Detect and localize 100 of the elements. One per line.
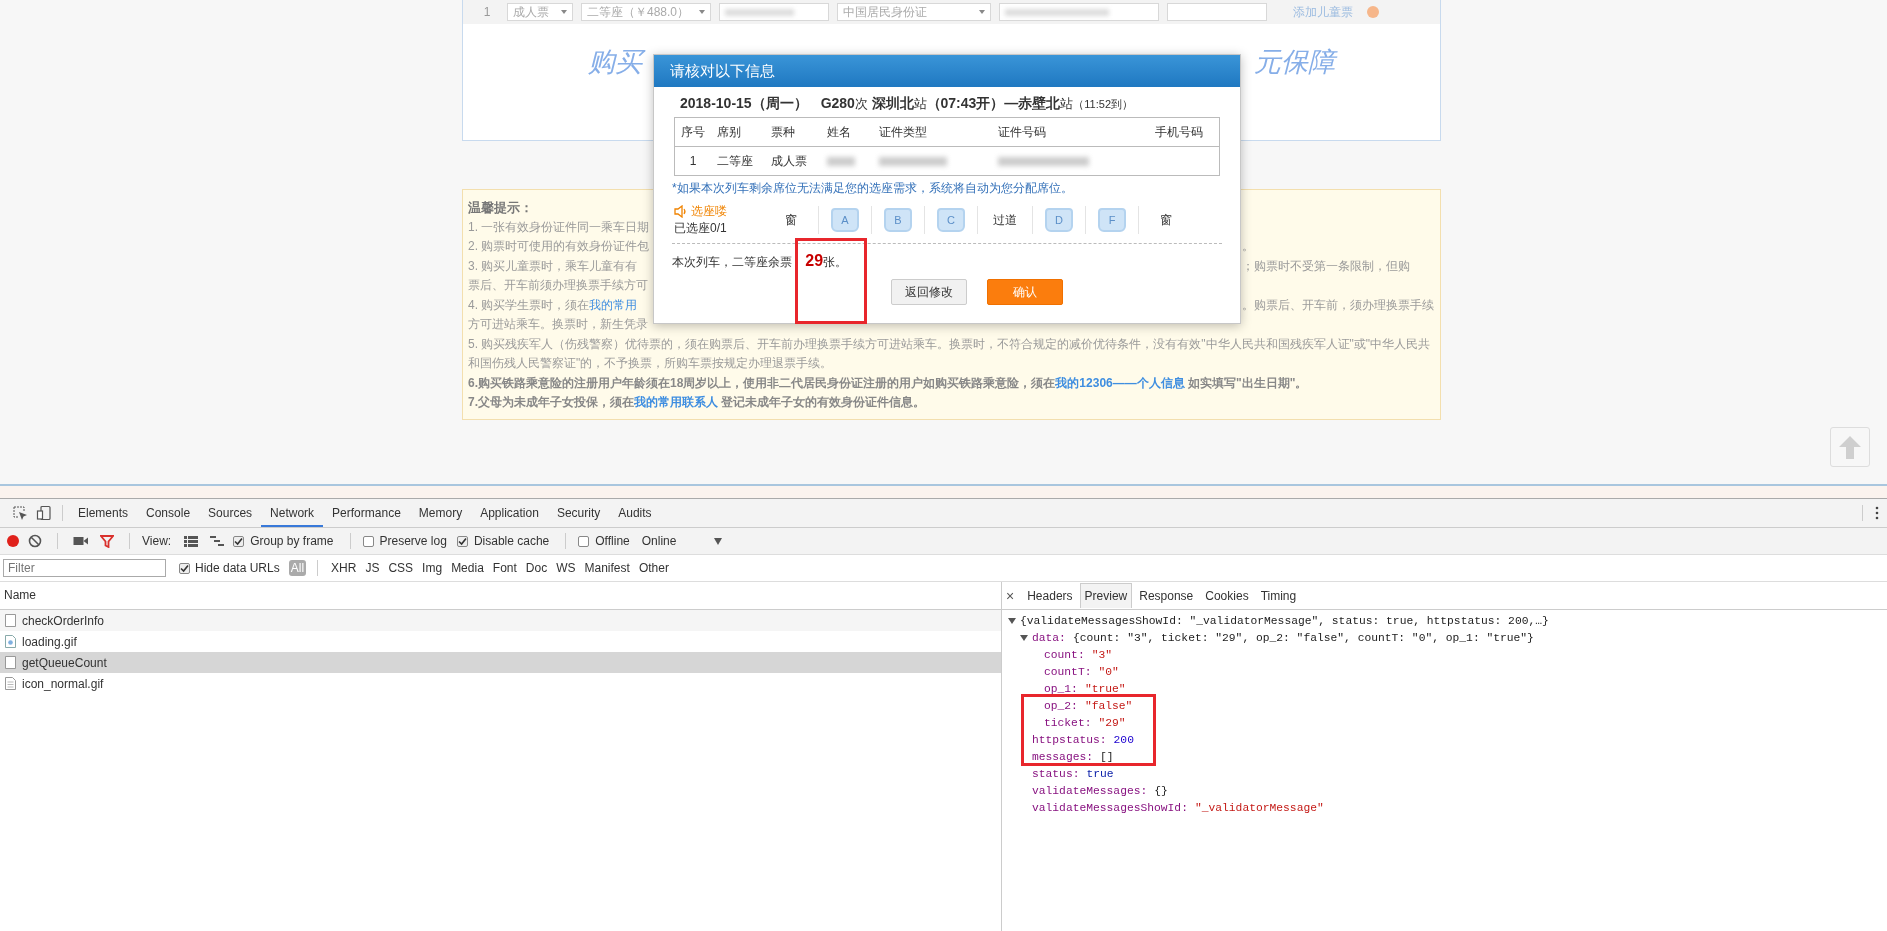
property-value: "_validatorMessage" — [1194, 801, 1324, 814]
tip-text: 4. 购买学生票时，须在我的常用 — [468, 296, 639, 314]
file-icon — [5, 677, 16, 690]
type-filter[interactable]: JS — [363, 560, 382, 576]
table-cell-text: 二等座 — [716, 152, 754, 170]
waterfall-view-icon — [210, 535, 225, 547]
blurred-text — [827, 156, 855, 166]
property-key: op_1: — [1044, 682, 1078, 695]
devtools-tab[interactable]: Audits — [609, 499, 661, 527]
expand-triangle-icon[interactable] — [1020, 634, 1028, 641]
tip-text: 。 — [1242, 238, 1255, 255]
devtools-tab[interactable]: Memory — [409, 499, 472, 527]
request-row[interactable]: loading.gif — [0, 631, 1001, 652]
document-icon — [5, 656, 16, 669]
column-header: 证件号码 — [997, 123, 1047, 141]
type-filter[interactable]: Other — [636, 560, 671, 576]
type-filter[interactable]: CSS — [386, 560, 416, 576]
type-filter[interactable]: WS — [554, 560, 578, 576]
detail-tab[interactable]: Preview — [1079, 583, 1133, 608]
tip-text: 5. 购买残疾军人（伤残警察）优待票的，须在购票后、开车前办理换票手续方可进站乘车。换票时，不符合规定的减价优待条件，没有有效"中华人民共和国残疾军人证"或"中华人民共和国伤残人民警察证"的，不予换票，所购车票按规定办理退票手续。 — [468, 335, 1432, 372]
arrival-time: （11:52到） — [1073, 98, 1134, 110]
column-header: 席别 — [716, 123, 742, 141]
notice-text: *如果本次列车剩余席位无法满足您的选座需求，系统将自动为您分配席位。 — [671, 180, 1074, 197]
property-value: true — [1086, 767, 1114, 780]
type-filter[interactable]: Media — [449, 560, 486, 576]
request-row[interactable]: getQueueCount — [0, 652, 1001, 673]
devtools-tab[interactable]: Elements — [69, 499, 138, 527]
tip-text: ；购票时不受第一条限制，但购 — [1242, 257, 1411, 275]
checkbox[interactable] — [578, 535, 590, 547]
remaining-tickets-text: 本次列车，二等座余票 29张。 — [672, 243, 1222, 271]
property-value: "29" — [1098, 716, 1126, 729]
type-filter[interactable]: Img — [420, 560, 445, 576]
type-filter[interactable]: Font — [490, 560, 519, 576]
property-key: count: — [1044, 648, 1085, 661]
devtools-tab[interactable]: Sources — [199, 499, 262, 527]
device-icon — [36, 505, 52, 521]
property-key: op_2: — [1044, 699, 1078, 712]
name-field[interactable] — [719, 3, 829, 21]
column-header: 票种 — [770, 123, 796, 141]
blurred-text — [879, 156, 947, 166]
checkbox[interactable] — [362, 535, 374, 547]
id-number-field[interactable] — [999, 3, 1159, 21]
tip-text: 。购票后、开车前，须办理换票手续 — [1242, 296, 1435, 314]
column-header: 手机号码 — [1154, 123, 1204, 141]
seat-label: 窗 — [1159, 211, 1173, 229]
property-key: httpstatus: — [1032, 733, 1107, 746]
column-header: 序号 — [680, 123, 706, 141]
property-key: messages: — [1032, 750, 1093, 763]
property-key: countT: — [1044, 665, 1092, 678]
throttle-dropdown[interactable]: Online — [641, 534, 723, 548]
detail-tab[interactable]: Cookies — [1200, 583, 1254, 608]
checkbox[interactable] — [233, 535, 245, 547]
inspect-icon — [12, 505, 28, 521]
input-field[interactable] — [1167, 3, 1267, 21]
tips-title: 温馨提示： — [468, 199, 534, 217]
devtools-tab[interactable]: Performance — [323, 499, 410, 527]
type-filter[interactable]: XHR — [329, 560, 359, 576]
property-key: validateMessagesShowId: — [1032, 801, 1188, 814]
arrow-up-icon — [1838, 434, 1862, 460]
type-filter[interactable]: Manifest — [582, 560, 632, 576]
back-button[interactable]: 返回修改 — [891, 279, 967, 305]
detail-tab[interactable]: Timing — [1255, 583, 1302, 608]
record-button[interactable] — [7, 535, 19, 547]
tip-text: 6.购买铁路乘意险的注册用户年龄须在18周岁以上，使用非二代居民身份证注册的用户如购买铁路乘意险，须在我的12306——个人信息 如实填写"出生日期"。 — [468, 374, 1309, 392]
property-key: validateMessages: — [1032, 784, 1148, 797]
devtools-tab[interactable]: Security — [547, 499, 610, 527]
property-value: 200 — [1113, 733, 1134, 746]
speaker-icon — [674, 205, 688, 218]
train-info: 2018-10-15（周一） G280次 深圳北站（07:43开）—赤壁北站 — [680, 96, 1074, 111]
checkbox-label: Offline — [595, 534, 630, 548]
column-header: 姓名 — [826, 123, 852, 141]
tip-text: 7.父母为未成年子女投保，须在我的常用联系人 登记未成年子女的有效身份证件信息。 — [468, 394, 927, 411]
detail-tab[interactable]: Headers — [1022, 583, 1078, 608]
close-button[interactable]: × — [1006, 587, 1015, 604]
checkbox[interactable] — [456, 535, 468, 547]
dialog-title: 请核对以下信息 — [654, 55, 1240, 87]
view-label: View: — [142, 534, 172, 548]
expand-triangle-icon[interactable] — [1008, 617, 1016, 624]
checkbox-label: Hide data URLs — [195, 561, 280, 575]
type-filter[interactable]: Doc — [523, 560, 550, 576]
property-key: ticket: — [1044, 716, 1092, 729]
list-view-icon — [184, 535, 199, 547]
devtools-tab[interactable]: Console — [137, 499, 200, 527]
document-icon — [5, 614, 16, 627]
camera-icon — [73, 536, 88, 546]
property-value: "false" — [1084, 699, 1133, 712]
filter-field[interactable]: Filter — [3, 559, 166, 577]
devtools-tab[interactable]: Application — [471, 499, 548, 527]
checkbox[interactable] — [179, 562, 190, 574]
tip-text: 1. 一张有效身份证件同一乘车日期 — [468, 218, 651, 236]
request-row[interactable]: icon_normal.gif — [0, 673, 1001, 694]
more-options-icon — [1875, 506, 1879, 520]
property-value: {count: "3", ticket: "29", op_2: "false", countT: "0", op_1: "true"} — [1072, 631, 1534, 644]
seat-label: 过道 — [992, 211, 1018, 229]
detail-tab[interactable]: Response — [1134, 583, 1199, 608]
checkbox-label: Preserve log — [379, 534, 447, 548]
seat-label: 窗 — [784, 211, 798, 229]
request-row[interactable]: checkOrderInfo — [0, 610, 1001, 631]
property-value: "0" — [1098, 665, 1119, 678]
panel-resize-bar[interactable] — [0, 484, 1887, 499]
